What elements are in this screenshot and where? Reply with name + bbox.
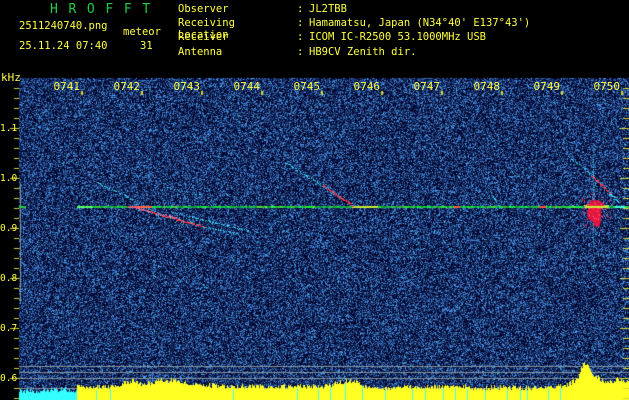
freq-label: 0.6 <box>0 373 18 384</box>
freq-label: 1.0 <box>0 173 18 184</box>
time-label: 0742 <box>113 80 141 93</box>
time-label: 0749 <box>533 80 561 93</box>
info-value: HB9CV Zenith dir. <box>309 46 417 58</box>
time-label: 0743 <box>173 80 201 93</box>
time-label: 0745 <box>293 80 321 93</box>
output-filename: 2511240740.png <box>19 20 108 32</box>
app-title: H R O F F T <box>50 2 152 17</box>
hrofft-screen: H R O F F T 2511240740.png meteor 25.11.… <box>0 0 629 400</box>
info-label: Receiver <box>178 31 229 43</box>
spectrogram-canvas <box>0 0 629 400</box>
timestamp: 25.11.24 07:40 <box>19 40 108 52</box>
y-axis-unit-label: kHz <box>1 71 21 84</box>
info-value: Hamamatsu, Japan (N34°40' E137°43') <box>309 17 531 29</box>
time-label: 0747 <box>413 80 441 93</box>
time-label: 0750 <box>593 80 621 93</box>
time-label: 0744 <box>233 80 261 93</box>
mode-label: meteor <box>123 26 161 38</box>
info-value: ICOM IC-R2500 53.1000MHz USB <box>309 31 487 43</box>
freq-label: 0.7 <box>0 323 18 334</box>
time-label: 0748 <box>473 80 501 93</box>
info-label: Antenna <box>178 46 223 58</box>
info-colon: : <box>297 31 304 43</box>
freq-label: 0.8 <box>0 273 18 284</box>
info-colon: : <box>297 3 304 15</box>
freq-label: 0.9 <box>0 223 18 234</box>
time-label: 0741 <box>53 80 81 93</box>
freq-label: 1.1 <box>0 123 18 134</box>
echo-count: 31 <box>140 40 153 52</box>
info-colon: : <box>297 17 304 29</box>
time-label: 0746 <box>353 80 381 93</box>
info-colon: : <box>297 46 304 58</box>
info-label: Observer <box>178 3 229 15</box>
info-value: JL2TBB <box>309 3 347 15</box>
